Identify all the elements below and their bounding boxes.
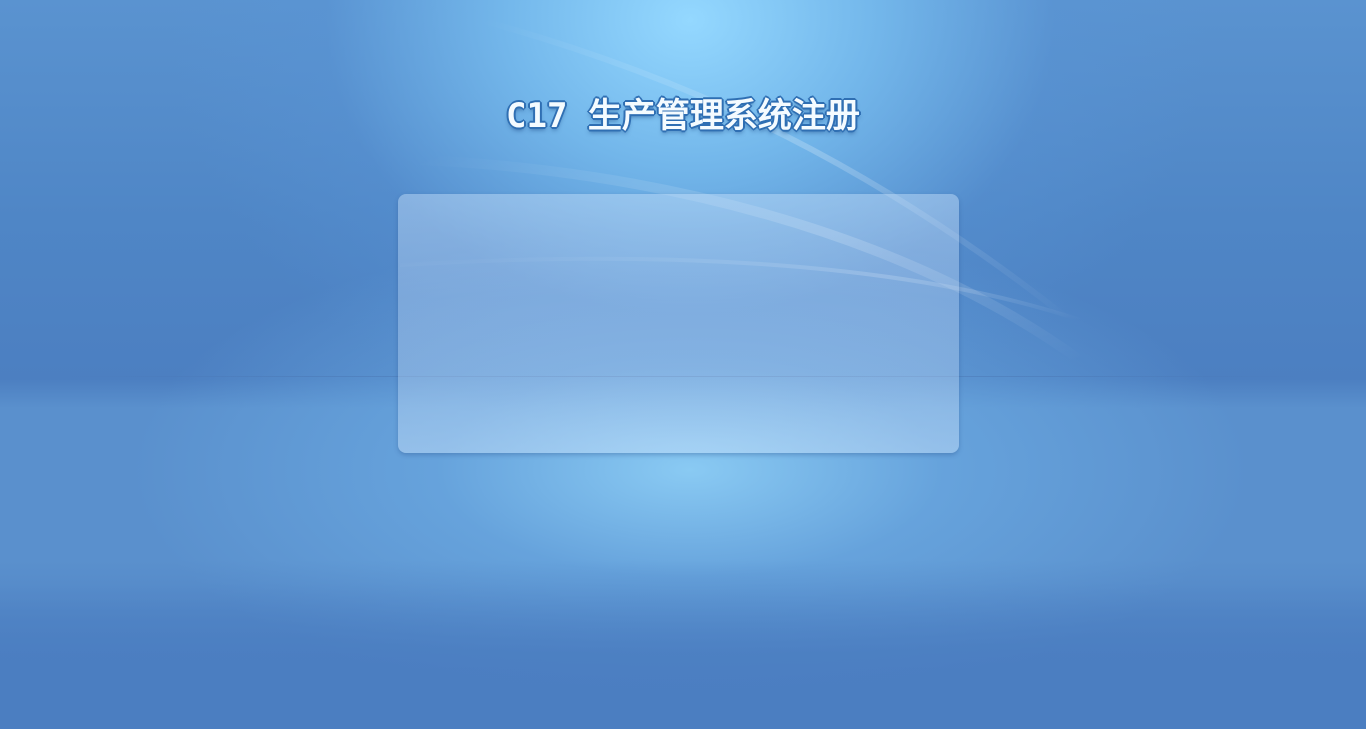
registration-panel <box>398 194 959 453</box>
bottom-shade <box>0 560 1366 729</box>
page-title: C17 生产管理系统注册 <box>506 96 860 136</box>
